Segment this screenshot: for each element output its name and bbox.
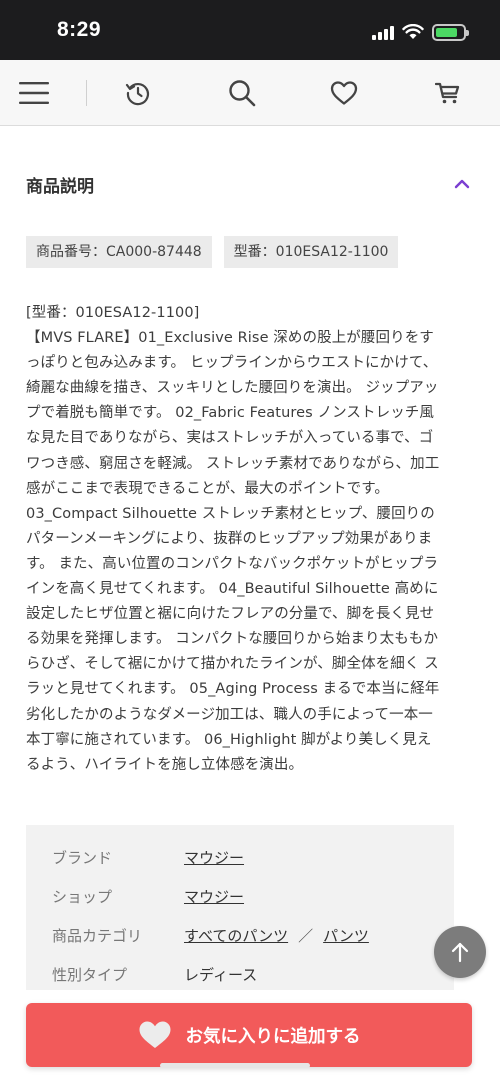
chevron-up-icon	[454, 179, 470, 189]
wifi-icon	[402, 24, 424, 39]
info-row-shop: ショップ マウジー	[52, 886, 428, 925]
app-header	[0, 60, 500, 126]
add-to-favorites-button[interactable]: お気に入りに追加する	[26, 1003, 472, 1067]
description-line: 感がここまで表現できることが、最大のポイントです。	[26, 480, 389, 497]
battery-icon	[432, 23, 469, 41]
description-line: インを高く見せてくれます。 04_Beautiful Silhouette 高め…	[26, 581, 439, 598]
home-indicator	[160, 1063, 310, 1068]
history-icon	[125, 83, 149, 106]
description-line: な見た目でありながら、実はストレッチが入っている事で、ゴ	[26, 430, 434, 447]
category-link-all-pants[interactable]: すべてのパンツ	[184, 925, 288, 946]
header-divider	[86, 80, 87, 106]
gender-label: 性別タイプ	[52, 966, 128, 984]
shop-label: ショップ	[52, 888, 113, 906]
description-line: [型番：010ESA12-1100]	[26, 305, 200, 321]
arrow-up-icon	[451, 942, 469, 963]
description-line: 設定したヒザ位置と裾に向けたフレアの分量で、脚を長く見せ	[26, 606, 435, 623]
info-row-brand: ブランド マウジー	[52, 847, 428, 886]
description-line: ラッと見せてくれます。 05_Aging Process まるで本当に経年	[26, 681, 440, 698]
description-line: らひざ、そして裾にかけて描かれたラインが、脚全体を細く ス	[26, 656, 439, 673]
search-icon	[229, 80, 256, 107]
description-line: る効果を発揮します。 コンパクトな腰回りから始まり太ももか	[26, 631, 439, 648]
description-line: ワつき感、窮屈さを軽減。 ストレッチ素材でありながら、加工	[26, 455, 440, 472]
description-line: っぽりと包み込みます。 ヒップラインからウエストにかけて、	[26, 355, 438, 372]
category-separator: ／	[298, 927, 314, 945]
section-title: 商品説明	[26, 177, 94, 197]
collapse-button[interactable]	[448, 172, 476, 196]
cart-icon	[435, 82, 460, 104]
category-label: 商品カテゴリ	[52, 927, 143, 945]
brand-link[interactable]: マウジー	[184, 847, 244, 868]
heart-icon	[330, 81, 358, 105]
description-line: るよう、ハイライトを施し立体感を演出。	[26, 756, 304, 773]
add-to-favorites-label: お気に入りに追加する	[185, 1026, 361, 1047]
history-button[interactable]	[118, 73, 158, 113]
description-line: 03_Compact Silhouette ストレッチ素材とヒップ、腰回りの	[26, 505, 435, 522]
shop-link[interactable]: マウジー	[184, 886, 244, 907]
description-line: 【MVS FLARE】01_Exclusive Rise 深めの股上が腰回りをす	[26, 330, 434, 347]
menu-button[interactable]	[14, 73, 54, 113]
product-tags: 商品番号：CA000-87448 型番：010ESA12-1100	[26, 236, 399, 268]
description-line: 劣化したかのようなダメージ加工は、職人の手によって一本一	[26, 706, 433, 723]
product-number-tag: 商品番号：CA000-87448	[26, 236, 212, 268]
cellular-signal-icon	[372, 24, 394, 40]
heart-icon	[139, 1021, 170, 1048]
model-number-tag: 型番：010ESA12-1100	[223, 236, 399, 268]
scroll-to-top-button[interactable]	[434, 926, 486, 978]
cart-button[interactable]	[428, 73, 468, 113]
product-info-table: ブランド マウジー ショップ マウジー 商品カテゴリ すべてのパンツ ／ パンツ…	[26, 825, 454, 995]
menu-icon	[19, 82, 49, 104]
brand-label: ブランド	[52, 849, 113, 867]
description-line: プで着脱も簡単です。 02_Fabric Features ノンストレッチ風	[26, 405, 434, 422]
gender-value: レディース	[184, 966, 258, 984]
status-time: 8:29	[57, 18, 102, 41]
description-line: 綺麗な曲線を描き、スッキリとした腰回りを演出。 ジップアッ	[26, 380, 439, 397]
favorites-button[interactable]	[324, 73, 364, 113]
category-link-pants[interactable]: パンツ	[323, 925, 369, 946]
status-icons	[372, 22, 469, 42]
description-line: す。 また、高い位置のコンパクトなバックポケットがヒップラ	[26, 555, 439, 572]
info-row-category: 商品カテゴリ すべてのパンツ ／ パンツ	[52, 925, 428, 964]
description-line: パターンメーキングにより、抜群のヒップアップ効果がありま	[26, 530, 433, 547]
status-bar: 8:29	[0, 0, 500, 60]
product-description: [型番：010ESA12-1100] 【MVS FLARE】01_Exclusi…	[26, 301, 474, 778]
description-line: 本丁寧に施されています。 06_Highlight 脚がより美しく見え	[26, 731, 432, 748]
search-button[interactable]	[222, 73, 262, 113]
